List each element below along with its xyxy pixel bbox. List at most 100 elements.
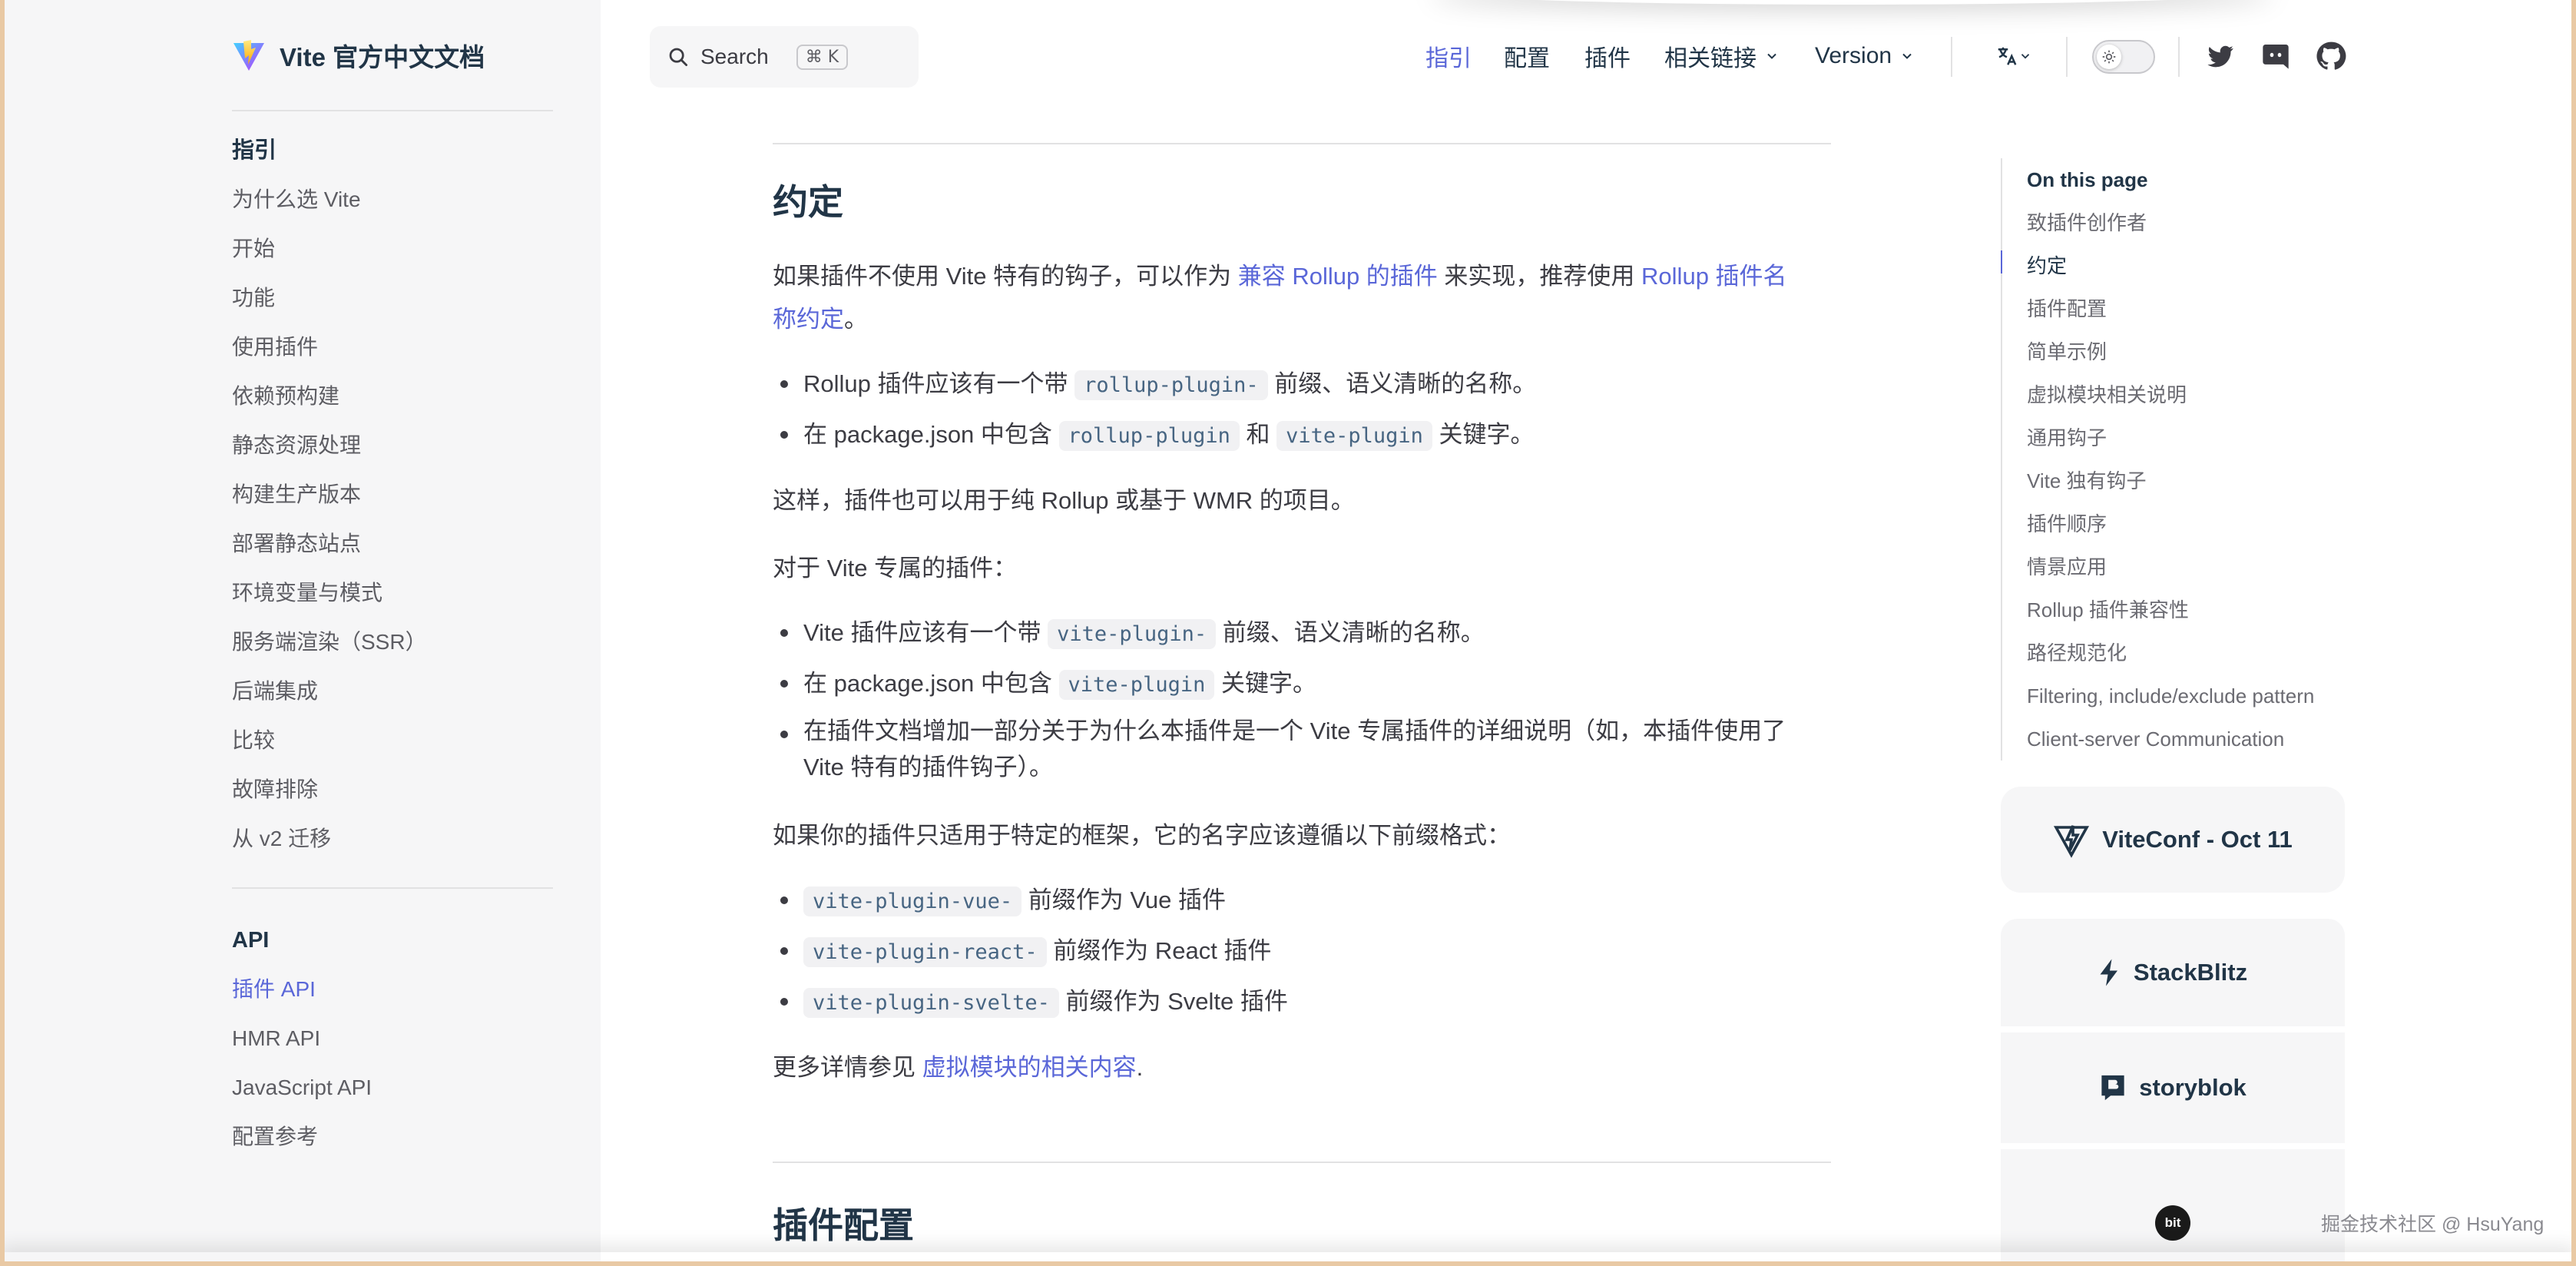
toc-item[interactable]: Filtering, include/exclude pattern [2002,674,2346,718]
menu-item-links[interactable]: 相关链接 [1664,39,1780,73]
menu-item-plugins[interactable]: 插件 [1584,39,1631,73]
sidebar-item-plugin-api[interactable]: 插件 API [232,965,553,1014]
menu-item-label: Version [1815,43,1892,68]
search-button[interactable]: Search ⌘ K [650,26,919,88]
menu-item-config[interactable]: 配置 [1504,39,1550,73]
inline-code: rollup-plugin- [1074,370,1268,400]
sidebar: Vite 官方中文文档 指引 为什么选 Vite 开始 功能 使用插件 依赖预构… [0,0,601,1266]
sidebar-item-hmr-api[interactable]: HMR API [232,1014,553,1063]
link-rollup-naming[interactable]: 称约定 [773,306,844,333]
toc-item[interactable]: Vite 独有钩子 [2002,459,2346,502]
divider [1951,37,1952,77]
sidebar-item-env-and-mode[interactable]: 环境变量与模式 [232,568,553,618]
search-icon [669,48,687,66]
divider [2178,37,2180,77]
toc-item[interactable]: 插件顺序 [2002,502,2346,545]
link-virtual-modules[interactable]: 虚拟模块的相关内容 [922,1054,1137,1081]
text: 如果插件不使用 Vite 特有的钩子，可以作为 [773,263,1238,290]
sidebar-heading-api: API [232,928,270,953]
discord-icon [2263,45,2289,69]
inline-code: vite-plugin-svelte- [803,988,1059,1018]
inline-code: vite-plugin- [1048,619,1217,649]
sidebar-item-migration[interactable]: 从 v2 迁移 [232,814,553,863]
sidebar-item-assets[interactable]: 静态资源处理 [232,421,553,470]
viteconf-label: ViteConf - Oct 11 [2102,826,2293,853]
heading-plugin-config: 插件配置 [773,1205,914,1245]
menu-item-guide[interactable]: 指引 [1425,39,1472,73]
sidebar-item-troubleshooting[interactable]: 故障排除 [232,765,553,814]
sidebar-item-features[interactable]: 功能 [232,273,553,323]
sidebar-item-why-vite[interactable]: 为什么选 Vite [232,175,553,224]
sponsor-stackblitz[interactable]: StackBlitz [2001,919,2345,1026]
text: Vite 特有的插件钩子）。 [803,754,1053,780]
sponsor-label: storyblok [2139,1074,2247,1101]
text: 在 package.json 中包含 [803,670,1059,697]
sidebar-item-dep-prebundling[interactable]: 依赖预构建 [232,372,553,421]
sidebar-item-build[interactable]: 构建生产版本 [232,470,553,519]
heading-conventions: 约定 [773,182,843,222]
text: 前缀作为 React 插件 [1046,937,1272,964]
toc-item[interactable]: 情景应用 [2002,545,2346,588]
text: Vite 插件应该有一个带 [803,619,1048,646]
github-link[interactable] [2312,37,2350,75]
toc-item[interactable]: 通用钩子 [2002,416,2346,459]
sponsor-storyblok[interactable]: storyblok [2001,1032,2345,1143]
inline-code: vite-plugin [1058,670,1215,700]
toc-item[interactable]: Rollup 插件兼容性 [2002,588,2346,631]
sidebar-item-config-reference[interactable]: 配置参考 [232,1112,553,1162]
toc-item[interactable]: 插件配置 [2002,287,2346,330]
toc-item-active[interactable]: 约定 [2002,244,2346,287]
main-menu: Version [1815,29,1915,83]
brand[interactable]: Vite 官方中文文档 [232,35,485,75]
paragraph: 如果你的插件只适用于特定的框架，它的名字应该遵循以下前缀格式： [773,822,1511,849]
toc-item[interactable]: 简单示例 [2002,330,2346,373]
main-menu: 指引 [1425,29,1472,83]
discord-link[interactable] [2256,37,2295,75]
inline-code: vite-plugin [1276,421,1432,451]
sun-icon [2097,45,2121,69]
menu-item-label: 相关链接 [1664,46,1757,71]
text: 前缀作为 Vue 插件 [1021,887,1226,913]
sidebar-item-getting-started[interactable]: 开始 [232,224,553,273]
text: 前缀作为 Svelte 插件 [1058,988,1288,1015]
toc-item[interactable]: 虚拟模块相关说明 [2002,373,2346,416]
bottom-shadow [0,1252,2576,1266]
list-item: 在 package.json 中包含 rollup-plugin 和 vite-… [780,413,1833,457]
twitter-link[interactable] [2201,37,2240,75]
divider [232,887,553,889]
theme-toggle[interactable] [2092,40,2155,74]
text: . [1136,1054,1144,1081]
sidebar-item-ssr[interactable]: 服务端渲染（SSR） [232,618,553,667]
text: 在 package.json 中包含 [803,421,1059,448]
menu-item-version[interactable]: Version [1815,43,1915,69]
list-item: 在插件文档增加一部分关于为什么本插件是一个 Vite 专属插件的详细说明（如，本… [780,713,1833,785]
sidebar-item-using-plugins[interactable]: 使用插件 [232,323,553,372]
text: 和 [1239,421,1277,448]
vite-logo-icon [233,40,264,71]
text: Rollup 插件应该有一个带 [803,370,1075,397]
viteconf-banner[interactable]: ViteConf - Oct 11 [2001,787,2345,893]
paragraph: 对于 Vite 专属的插件： [773,555,1018,582]
toc-item[interactable]: Client-server Communication [2002,718,2346,761]
link-rollup-compatible[interactable]: 兼容 Rollup 的插件 [1238,263,1438,290]
top-navbar: Search ⌘ K 指引 配置 插件 相关链接 Version [601,0,2576,112]
toc-item[interactable]: 致插件创作者 [2002,201,2346,244]
toc-item[interactable]: 路径规范化 [2002,631,2346,674]
translate-icon [1998,47,2017,65]
sidebar-item-static-deploy[interactable]: 部署静态站点 [232,519,553,568]
watermark: 掘金技术社区 @ HsuYang [2321,1214,2545,1235]
link-rollup-naming[interactable]: Rollup 插件名 [1641,263,1787,290]
paragraph: 称约定。 [773,298,1831,340]
text: 在插件文档增加一部分关于为什么本插件是一个 Vite 专属插件的详细说明（如，本… [803,718,1786,744]
sponsor-bit[interactable]: bit [2001,1149,2345,1266]
sidebar-item-comparisons[interactable]: 比较 [232,716,553,765]
sidebar-item-backend-integration[interactable]: 后端集成 [232,667,553,716]
sidebar-item-javascript-api[interactable]: JavaScript API [232,1063,553,1112]
divider [773,1162,1831,1163]
divider [232,110,553,111]
storyblok-logo-icon [2101,1075,2124,1101]
list-item: vite-plugin-react- 前缀作为 React 插件 [780,930,1833,973]
language-switcher[interactable] [1983,37,2045,75]
popover-shadow [1430,0,2275,5]
paragraph: 这样，插件也可以用于纯 Rollup 或基于 WMR 的项目。 [773,487,1355,514]
